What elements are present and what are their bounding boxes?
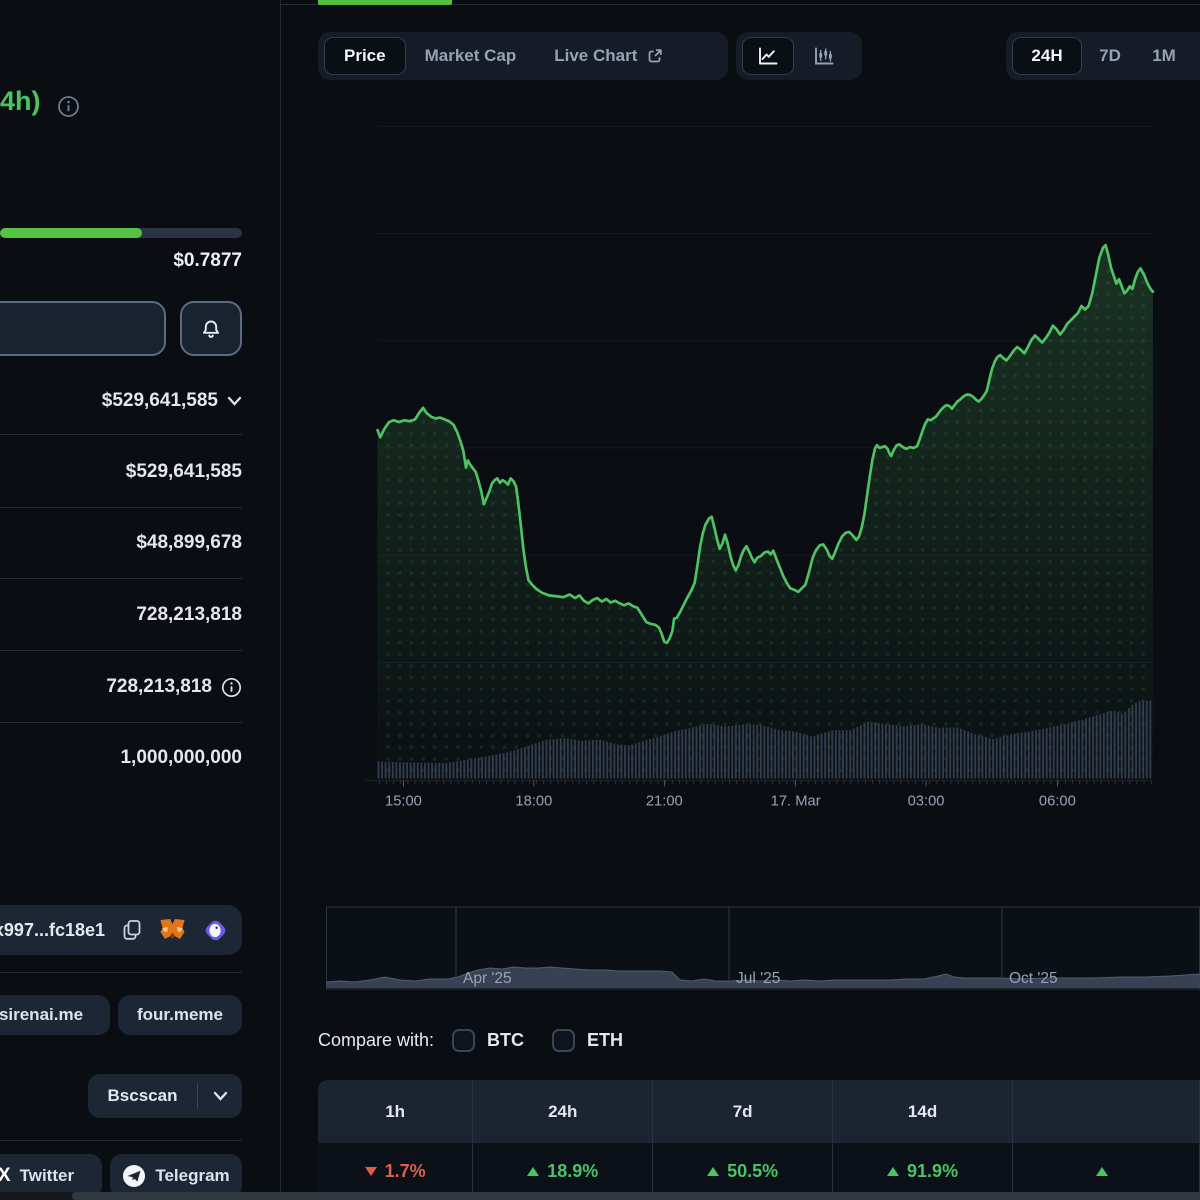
sidebar-divider — [280, 0, 281, 1192]
explorer-label: Bscscan — [88, 1086, 197, 1106]
compare-label: Compare with: — [318, 1030, 434, 1051]
svg-text:Oct '25: Oct '25 — [1009, 970, 1058, 987]
compare-option-eth[interactable]: ETH — [587, 1030, 623, 1051]
price-chart[interactable]: 15:00 18:00 21:00 17. Mar 03:00 06:00 — [318, 96, 1200, 900]
x-twitter-icon: X — [0, 1165, 11, 1187]
triangle-up-icon — [887, 1167, 899, 1176]
contract-address: x997...fc18e1 — [0, 920, 105, 941]
stat-value: 728,213,818 — [106, 676, 212, 698]
active-tab-underline — [318, 0, 452, 5]
price-range-high-value: $0.7877 — [0, 250, 242, 272]
triangle-up-icon — [707, 1167, 719, 1176]
chevron-down-icon — [227, 396, 242, 406]
range-7d[interactable]: 7D — [1084, 46, 1136, 66]
performance-table-header: 1h 24h 7d 14d — [318, 1080, 1200, 1143]
chart-navigator[interactable]: Apr '25 Jul '25 Oct '25 — [326, 906, 1200, 992]
copy-icon[interactable] — [121, 918, 143, 942]
time-range-switcher: 24H 7D 1M — [1006, 32, 1200, 80]
stat-row-total-supply: 728,213,818 — [0, 672, 242, 702]
info-icon[interactable] — [57, 95, 80, 118]
wallet-icon[interactable] — [202, 917, 229, 944]
bell-icon — [199, 317, 223, 341]
contract-address-pill[interactable]: x997...fc18e1 — [0, 905, 242, 955]
col-header-1h: 1h — [318, 1080, 473, 1143]
stat-row-volume: $48,899,678 — [0, 528, 242, 558]
external-link-icon — [646, 47, 664, 65]
social-label: Twitter — [20, 1166, 74, 1186]
price-range-progress-fill — [0, 228, 142, 238]
tab-label: Price — [325, 46, 405, 66]
svg-text:17. Mar: 17. Mar — [771, 793, 821, 809]
website-link-fourmeme[interactable]: four.meme — [118, 995, 242, 1035]
divider — [0, 1140, 242, 1141]
divider — [0, 972, 242, 973]
svg-text:06:00: 06:00 — [1039, 793, 1076, 809]
tab-live-chart[interactable]: Live Chart — [535, 46, 683, 66]
chevron-down-icon[interactable] — [198, 1091, 242, 1101]
line-chart-type-button[interactable] — [742, 37, 794, 75]
stat-row-fdv: $529,641,585 — [0, 457, 242, 487]
tab-price[interactable]: Price — [324, 37, 406, 75]
metamask-icon[interactable] — [159, 918, 186, 942]
divider — [0, 578, 242, 579]
candlestick-chart-type-button[interactable] — [798, 37, 850, 75]
website-link-sirenai[interactable]: sirenai.me — [0, 995, 110, 1035]
col-header-30d — [1013, 1080, 1200, 1143]
stat-row-max-supply: 1,000,000,000 — [0, 743, 242, 773]
tab-market-cap[interactable]: Market Cap — [406, 46, 536, 66]
svg-text:18:00: 18:00 — [515, 793, 552, 809]
stat-value: $529,641,585 — [102, 390, 218, 412]
candlestick-chart-icon — [812, 45, 836, 67]
svg-text:Jul '25: Jul '25 — [736, 970, 780, 987]
link-label: four.meme — [137, 1005, 223, 1025]
divider — [0, 722, 242, 723]
stat-value: $529,641,585 — [126, 461, 242, 483]
tab-label: Market Cap — [425, 46, 517, 66]
svg-text:Apr '25: Apr '25 — [463, 970, 512, 987]
triangle-down-icon — [365, 1167, 377, 1176]
compare-checkbox-eth[interactable] — [552, 1029, 575, 1052]
svg-text:21:00: 21:00 — [646, 793, 683, 809]
social-label: Telegram — [155, 1166, 229, 1186]
stat-value: $48,899,678 — [136, 532, 242, 554]
divider — [0, 650, 242, 651]
line-chart-icon — [756, 45, 780, 67]
chart-tab-switcher: Price Market Cap Live Chart — [318, 32, 728, 80]
performance-table: 1h 24h 7d 14d 1.7% 18.9% 50.5% 91.9% — [318, 1080, 1200, 1200]
divider — [0, 434, 242, 435]
divider — [0, 507, 242, 508]
explorer-dropdown[interactable]: Bscscan — [88, 1074, 242, 1118]
crypto-coin-page: 4h) $0.7877 $529,641,585 $529,641,585 $4… — [0, 0, 1200, 1200]
col-header-24h: 24h — [473, 1080, 653, 1143]
range-24h[interactable]: 24H — [1012, 37, 1082, 75]
stat-row-circulating-supply: 728,213,818 — [0, 600, 242, 630]
link-label: sirenai.me — [0, 1005, 83, 1025]
compare-row: Compare with: BTC ETH — [318, 1026, 651, 1054]
col-header-14d: 14d — [833, 1080, 1013, 1143]
price-range-progress — [0, 228, 242, 238]
telegram-icon — [122, 1164, 146, 1188]
chart-type-switcher — [736, 32, 862, 80]
compare-checkbox-btc[interactable] — [452, 1029, 475, 1052]
col-header-7d: 7d — [653, 1080, 833, 1143]
info-icon[interactable] — [221, 677, 242, 698]
price-alert-button[interactable] — [180, 301, 242, 356]
svg-text:15:00: 15:00 — [385, 793, 422, 809]
compare-option-btc[interactable]: BTC — [487, 1030, 524, 1051]
stat-row-market-cap[interactable]: $529,641,585 — [0, 386, 242, 416]
price-change-heading: 4h) — [0, 86, 41, 117]
stat-value: 728,213,818 — [136, 604, 242, 626]
range-1m[interactable]: 1M — [1138, 46, 1190, 66]
tab-label: Live Chart — [554, 46, 637, 66]
watchlist-button[interactable] — [0, 301, 166, 356]
scrollbar-thumb[interactable] — [72, 1192, 1200, 1200]
range-label: 24H — [1031, 46, 1062, 66]
svg-text:03:00: 03:00 — [908, 793, 945, 809]
triangle-up-icon — [527, 1167, 539, 1176]
stat-value: 1,000,000,000 — [120, 747, 242, 769]
triangle-up-icon — [1096, 1167, 1108, 1176]
